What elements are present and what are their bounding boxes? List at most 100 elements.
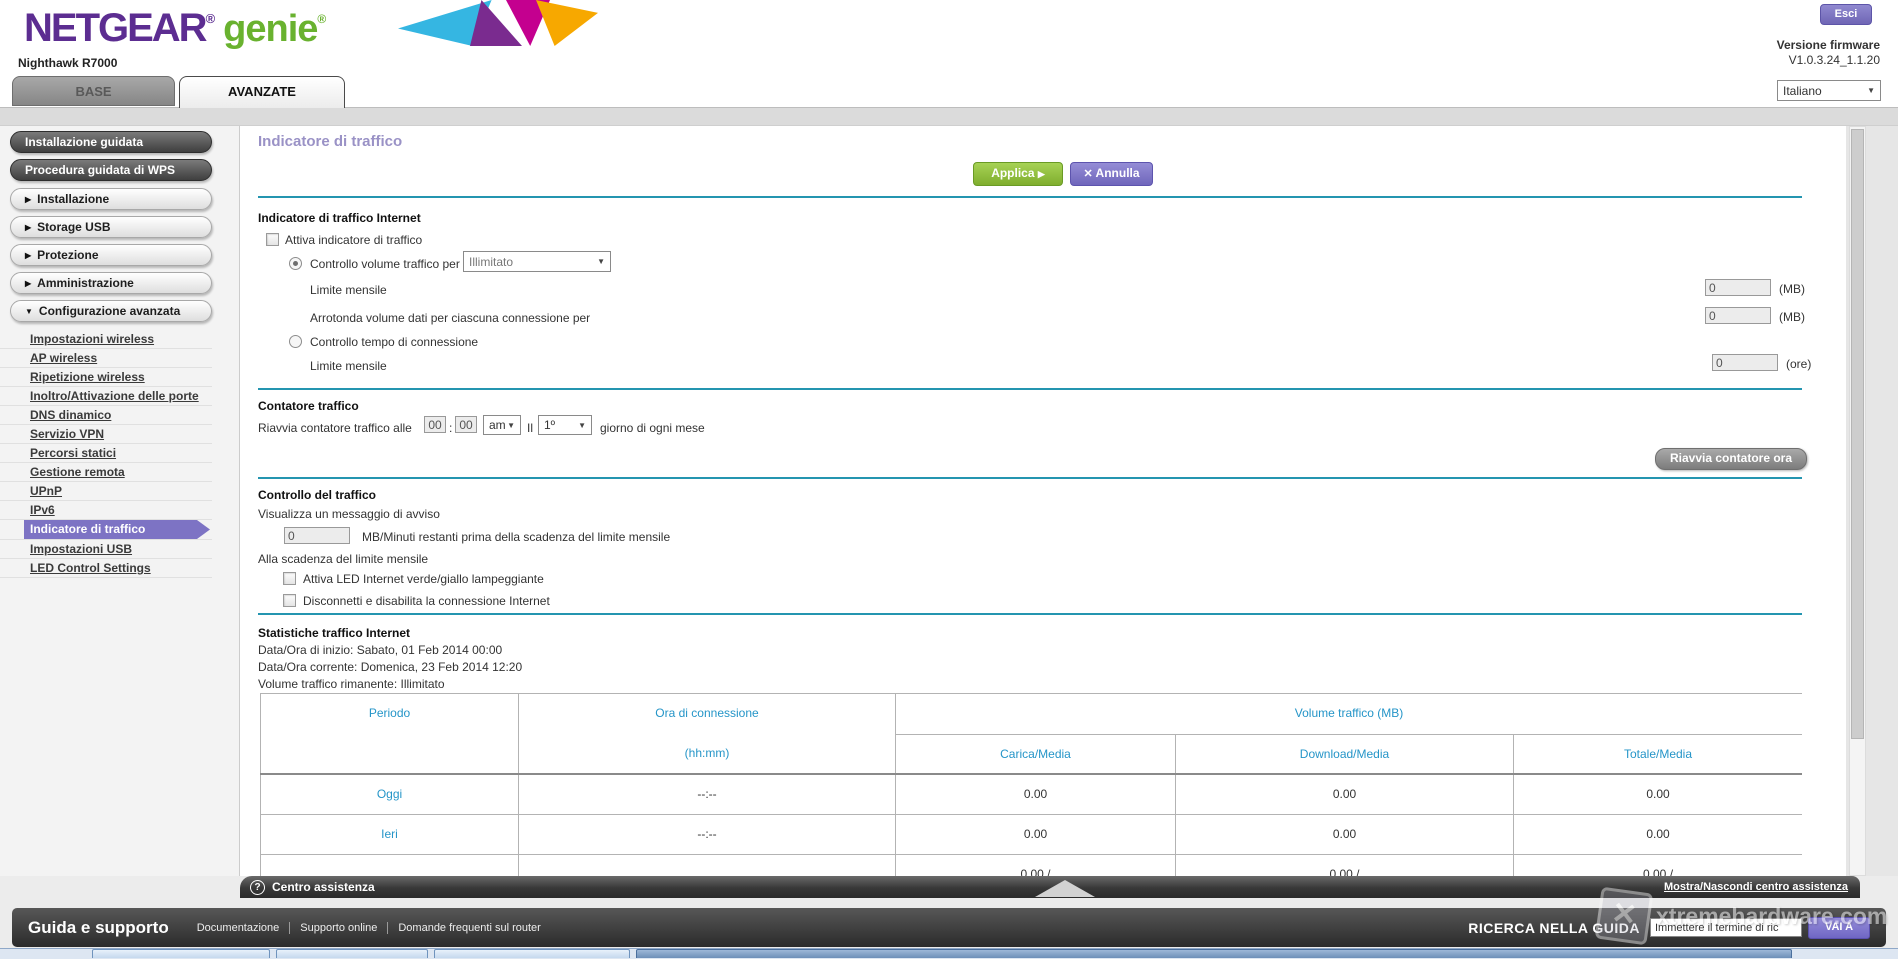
riavvia-prefix-label: Riavvia contatore traffico alle (258, 421, 412, 435)
taskbar-item (92, 949, 270, 958)
sidebar-item-label: Configurazione avanzata (39, 304, 180, 318)
language-select[interactable]: Italiano ▼ (1777, 80, 1881, 101)
sidebar-item-configurazione-avanzata[interactable]: ▼Configurazione avanzata (10, 300, 212, 322)
col-header-periodo: Periodo (261, 694, 519, 775)
sidebar-item-installazione[interactable]: ▶Installazione (10, 188, 212, 210)
section-title-internet: Indicatore di traffico Internet (258, 211, 421, 225)
ribbon-orange-triangle-icon (536, 0, 598, 46)
avviso-input[interactable] (284, 527, 350, 544)
sidebar-item-storage-usb[interactable]: ▶Storage USB (10, 216, 212, 238)
limite-mensile-label: Limite mensile (310, 283, 387, 297)
sidebar-selected-row: Indicatore di traffico (0, 520, 212, 540)
sidebar-item-ap-wireless[interactable]: AP wireless (0, 349, 212, 368)
limite-mensile2-label: Limite mensile (310, 359, 387, 373)
assistance-bar: ? Centro assistenza Mostra/Nascondi cent… (240, 876, 1860, 898)
sidebar-item-percorsi-statici[interactable]: Percorsi statici (0, 444, 212, 463)
footer-search-label: RICERCA NELLA GUIDA (1468, 920, 1640, 936)
genie-ribbon-graphic (398, 0, 598, 46)
cell-download: 0.00 / (1176, 854, 1514, 876)
applica-button[interactable]: Applica ▶ (973, 162, 1063, 186)
collapse-arrow-icon[interactable] (1035, 880, 1095, 897)
x-icon: ✕ (1083, 168, 1092, 180)
sidebar-item-upnp[interactable]: UPnP (0, 482, 212, 501)
day-select[interactable]: 1º ▼ (538, 415, 592, 435)
controllo-tempo-radio[interactable] (289, 335, 302, 348)
firmware-version: V1.0.3.24_1.1.20 (1789, 53, 1880, 67)
footer-link-supporto-online[interactable]: Supporto online (289, 922, 387, 934)
volume-select[interactable]: Illimitato ▼ (463, 251, 611, 272)
col-header-ora-line1: Ora di connessione (519, 706, 895, 720)
controllo-volume-label: Controllo volume traffico per (310, 257, 460, 271)
attiva-indicatore-label: Attiva indicatore di traffico (285, 233, 422, 247)
tab-base[interactable]: BASE (12, 76, 175, 106)
vai-button[interactable]: VAI A (1808, 917, 1870, 939)
chevron-right-icon: ▶ (25, 279, 31, 288)
assistance-label: Centro assistenza (272, 880, 375, 894)
sidebar-item-led-control[interactable]: LED Control Settings (0, 559, 212, 578)
volume-select-value: Illimitato (469, 255, 513, 269)
disconnetti-checkbox[interactable] (283, 594, 296, 607)
led-checkbox[interactable] (283, 572, 296, 585)
sidebar-item-impostazioni-wireless[interactable]: Impostazioni wireless (0, 330, 212, 349)
sidebar: Installazione guidata Procedura guidata … (0, 126, 240, 876)
led-checkbox-label: Attiva LED Internet verde/giallo lampegg… (303, 572, 544, 586)
col-header-ora-line2: (hh:mm) (519, 746, 895, 760)
table-row-oggi: Oggi --:-- 0.00 0.00 0.00 (261, 774, 1803, 814)
sidebar-item-gestione-remota[interactable]: Gestione remota (0, 463, 212, 482)
limite-mensile2-input[interactable] (1712, 354, 1778, 371)
hour-input[interactable] (424, 416, 446, 433)
sidebar-item-ripetizione-wireless[interactable]: Ripetizione wireless (0, 368, 212, 387)
annulla-button[interactable]: ✕ Annulla (1070, 162, 1153, 186)
table-row-ieri: Ieri --:-- 0.00 0.00 0.00 (261, 814, 1803, 854)
chevron-right-icon: ▶ (25, 251, 31, 260)
section-title-controllo: Controllo del traffico (258, 488, 376, 502)
stats-start-date: Data/Ora di inizio: Sabato, 01 Feb 2014 … (258, 643, 502, 657)
mostra-nascondi-link[interactable]: Mostra/Nascondi centro assistenza (1664, 881, 1848, 893)
traffic-stats-table-wrap: Periodo Ora di connessione (hh:mm) Volum… (260, 693, 1802, 876)
arrotonda-label: Arrotonda volume dati per ciascuna conne… (310, 311, 590, 325)
device-name: Nighthawk R7000 (18, 56, 117, 70)
sidebar-item-inoltro-porte[interactable]: Inoltro/Attivazione delle porte (0, 387, 212, 406)
controllo-volume-radio[interactable] (289, 257, 302, 270)
sidebar-item-protezione[interactable]: ▶ Protezione (10, 244, 212, 266)
firmware-version-block: Versione firmware V1.0.3.24_1.1.20 (1690, 38, 1880, 68)
cell-totale: 0.00 (1514, 774, 1803, 814)
sidebar-item-amministrazione[interactable]: ▶Amministrazione (10, 272, 212, 294)
scrollbar-thumb[interactable] (1851, 129, 1864, 739)
sidebar-item-ipv6[interactable]: IPv6 (0, 501, 212, 520)
riavvia-suffix-label: giorno di ogni mese (600, 421, 705, 435)
limite-mensile-input[interactable] (1705, 279, 1771, 296)
cell-carica: 0.00 (896, 774, 1176, 814)
chevron-down-icon: ▼ (1867, 86, 1875, 95)
chevron-right-icon: ▶ (25, 195, 31, 204)
sidebar-item-indicatore-traffico[interactable]: Indicatore di traffico (24, 520, 210, 539)
arrotonda-input[interactable] (1705, 307, 1771, 324)
attiva-indicatore-checkbox[interactable] (266, 233, 279, 246)
footer-link-documentazione[interactable]: Documentazione (187, 922, 290, 934)
sidebar-item-procedura-wps[interactable]: Procedura guidata di WPS (10, 159, 212, 181)
sidebar-item-servizio-vpn[interactable]: Servizio VPN (0, 425, 212, 444)
sidebar-item-installazione-guidata[interactable]: Installazione guidata (10, 131, 212, 153)
cell-ora: --:-- (519, 814, 896, 854)
footer-link-faq-router[interactable]: Domande frequenti sul router (387, 922, 550, 934)
annulla-label: Annulla (1096, 166, 1140, 180)
controllo-tempo-label: Controllo tempo di connessione (310, 335, 478, 349)
esci-button[interactable]: Esci (1820, 4, 1872, 25)
vertical-scrollbar[interactable] (1849, 126, 1866, 876)
ampm-select[interactable]: am ▼ (483, 415, 521, 435)
help-icon: ? (250, 880, 265, 895)
sidebar-item-label: Protezione (37, 248, 98, 262)
tab-avanzate[interactable]: AVANZATE (179, 76, 345, 108)
language-value: Italiano (1783, 84, 1822, 98)
limite-mensile-unit: (MB) (1779, 282, 1805, 296)
guide-search-input[interactable] (1650, 918, 1802, 937)
sidebar-item-dns-dinamico[interactable]: DNS dinamico (0, 406, 212, 425)
alla-scadenza-label: Alla scadenza del limite mensile (258, 552, 428, 566)
registered-mark-icon: ® (317, 12, 326, 26)
riavvia-contatore-button[interactable]: Riavvia contatore ora (1655, 448, 1807, 470)
minute-input[interactable] (455, 416, 477, 433)
sidebar-item-impostazioni-usb[interactable]: Impostazioni USB (0, 540, 212, 559)
cell-download: 0.00 (1176, 774, 1514, 814)
avviso-suffix-label: MB/Minuti restanti prima della scadenza … (362, 530, 670, 544)
cell-ora: --:-- (519, 774, 896, 814)
